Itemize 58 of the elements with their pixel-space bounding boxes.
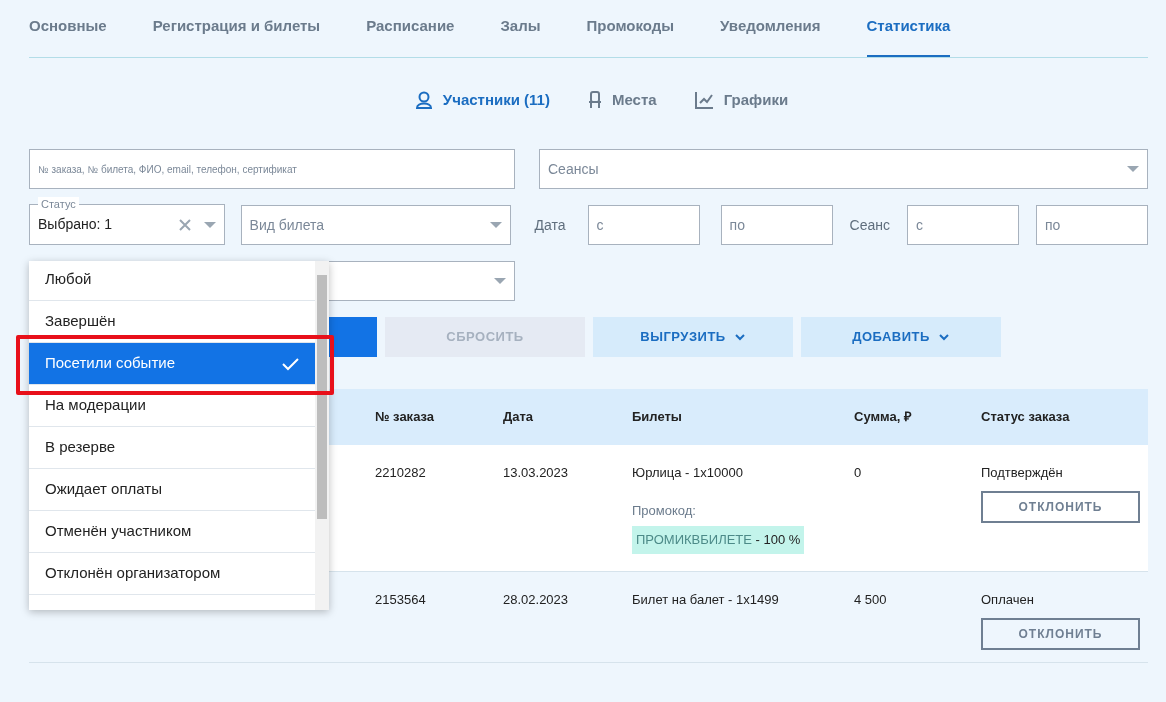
- tab[interactable]: Промокоды: [586, 13, 675, 57]
- clear-icon: [177, 217, 192, 232]
- subtab[interactable]: Участники (11): [414, 89, 550, 111]
- dropdown-button[interactable]: ВЫГРУЗИТЬ: [593, 317, 793, 357]
- session-from-field[interactable]: с: [907, 205, 1019, 245]
- tab[interactable]: Регистрация и билеты: [152, 13, 321, 57]
- column-header: Сумма, ₽: [854, 408, 913, 427]
- search-field[interactable]: № заказа, № билета, ФИО, email, телефон, сертификат: [29, 149, 515, 189]
- dropdown-arrow-icon: [1127, 166, 1139, 172]
- ticket-type-select[interactable]: Вид билета: [240, 205, 511, 245]
- date-from-field[interactable]: с: [587, 205, 700, 245]
- subtab[interactable]: Места: [587, 89, 657, 111]
- dropdown-arrow-icon: [203, 221, 216, 228]
- promo-code: ПРОМИКВБИЛЕТЕ: [636, 532, 752, 547]
- order-status: Оплачен: [981, 592, 1034, 607]
- order-status: Подтверждён: [981, 465, 1063, 480]
- table-cell: 4 500: [854, 592, 887, 607]
- subtab[interactable]: Графики: [694, 89, 789, 111]
- tab[interactable]: Залы: [500, 13, 541, 57]
- dropdown-arrow-icon: [489, 222, 502, 228]
- dropdown-arrow-icon: [494, 278, 506, 284]
- sessions-select[interactable]: Сеансы: [539, 149, 1148, 189]
- date-label: Дата: [534, 215, 566, 235]
- table-cell: 2210282: [375, 465, 426, 480]
- caret-icon: [733, 332, 746, 342]
- table-cell: 13.03.2023: [503, 465, 569, 480]
- tab[interactable]: Статистика: [866, 13, 951, 57]
- tab[interactable]: Основные: [29, 13, 107, 57]
- table-cell: 2153564: [375, 592, 426, 607]
- status-select[interactable]: Статус Выбрано: 1: [29, 197, 225, 245]
- tab[interactable]: Расписание: [366, 13, 455, 57]
- selected-value: Выбрано: 1: [38, 215, 113, 234]
- dropdown-option[interactable]: Посетили событие: [29, 343, 315, 385]
- session-to-field[interactable]: по: [1036, 205, 1148, 245]
- dropdown-button[interactable]: ДОБАВИТЬ: [801, 317, 1001, 357]
- column-header: Статус заказа: [981, 408, 1071, 427]
- person-icon: [414, 91, 433, 109]
- reject-button[interactable]: ОТКЛОНИТЬ: [981, 617, 1140, 650]
- scrollbar-thumb[interactable]: [317, 275, 327, 519]
- column-header: Билеты: [632, 408, 683, 427]
- chart-icon: [694, 91, 714, 109]
- status-label: Статус: [38, 197, 79, 211]
- tab[interactable]: Уведомления: [720, 13, 821, 57]
- column-header: № заказа: [375, 408, 436, 427]
- promo-label: Промокод:: [632, 501, 697, 520]
- table-cell-text: Билет на балет - 1x1499: [632, 591, 780, 609]
- chair-icon: [587, 91, 602, 109]
- column-header: Дата: [503, 408, 535, 427]
- promo-discount: - 100 %: [754, 532, 801, 547]
- table-cell: 28.02.2023: [503, 592, 569, 607]
- table-cell: 0: [854, 465, 862, 480]
- reject-button[interactable]: ОТКЛОНИТЬ: [981, 490, 1140, 523]
- date-to-field[interactable]: по: [720, 205, 833, 245]
- caret-icon: [937, 332, 950, 342]
- session-label: Сеанс: [849, 215, 890, 235]
- scrollbar[interactable]: [315, 261, 329, 610]
- table-cell-text: Юрлица - 1x10000: [632, 464, 744, 482]
- check-icon: [282, 356, 299, 371]
